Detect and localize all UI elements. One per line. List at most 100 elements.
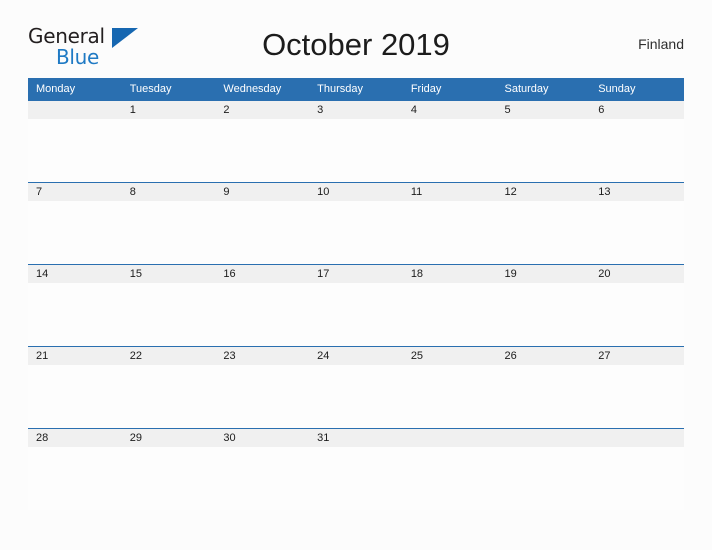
day-events-area[interactable] [215,447,310,510]
calendar-day-cell[interactable]: 11 [402,182,497,265]
calendar-body: 1 2 3 4 5 6 7 8 9 10 11 12 13 14 15 16 1… [28,101,684,510]
day-events-area[interactable] [215,119,310,182]
calendar-day-cell[interactable]: 27 [590,346,684,429]
day-number: 4 [402,101,497,119]
calendar-day-cell[interactable] [496,428,591,510]
day-events-area[interactable] [309,365,403,428]
day-events-area[interactable] [496,447,591,510]
day-number: 7 [28,183,122,201]
day-number: 3 [309,101,403,119]
day-events-area[interactable] [215,283,310,346]
calendar-week-row: 7 8 9 10 11 12 13 [28,182,684,265]
day-events-area[interactable] [121,365,216,428]
day-number: 1 [121,101,216,119]
day-events-area[interactable] [402,201,497,264]
country-label: Finland [638,36,684,52]
calendar-day-cell[interactable]: 4 [402,101,497,183]
day-number: 8 [121,183,216,201]
calendar-day-cell[interactable]: 16 [215,264,310,347]
calendar-day-cell[interactable]: 22 [121,346,216,429]
day-events-area[interactable] [215,365,310,428]
day-events-area[interactable] [309,119,403,182]
day-events-area[interactable] [309,283,403,346]
day-events-area[interactable] [28,365,122,428]
calendar-day-cell[interactable]: 5 [496,101,591,183]
day-events-area[interactable] [309,201,403,264]
day-events-area[interactable] [496,201,591,264]
weekday-header-saturday: Saturday [496,78,591,101]
weekday-header-wednesday: Wednesday [215,78,310,101]
calendar-day-cell[interactable]: 18 [402,264,497,347]
calendar-day-cell[interactable]: 26 [496,346,591,429]
day-events-area[interactable] [121,201,216,264]
calendar-day-cell[interactable]: 24 [309,346,403,429]
day-events-area[interactable] [590,119,684,182]
calendar-day-cell[interactable]: 31 [309,428,403,510]
day-number [28,101,122,119]
day-number: 16 [215,265,310,283]
day-events-area[interactable] [590,447,684,510]
calendar-day-cell[interactable]: 8 [121,182,216,265]
day-events-area[interactable] [496,119,591,182]
weekday-header-monday: Monday [28,78,122,101]
day-number: 22 [121,347,216,365]
day-number: 19 [496,265,591,283]
calendar-day-cell[interactable] [590,428,684,510]
calendar-day-cell[interactable]: 6 [590,101,684,183]
day-events-area[interactable] [215,201,310,264]
day-number: 20 [590,265,684,283]
calendar-day-cell[interactable]: 12 [496,182,591,265]
calendar-day-cell[interactable]: 30 [215,428,310,510]
day-events-area[interactable] [309,447,403,510]
calendar-day-cell[interactable]: 29 [121,428,216,510]
calendar-day-cell[interactable]: 19 [496,264,591,347]
day-number: 5 [496,101,591,119]
day-number: 10 [309,183,403,201]
day-number: 24 [309,347,403,365]
calendar-day-cell[interactable] [28,101,122,183]
day-events-area[interactable] [590,365,684,428]
day-events-area[interactable] [402,365,497,428]
calendar-day-cell[interactable]: 17 [309,264,403,347]
calendar-day-cell[interactable]: 25 [402,346,497,429]
day-events-area[interactable] [28,201,122,264]
day-events-area[interactable] [121,119,216,182]
day-events-area[interactable] [402,283,497,346]
calendar-day-cell[interactable]: 2 [215,101,310,183]
weekday-header-sunday: Sunday [590,78,684,101]
calendar-week-row: 14 15 16 17 18 19 20 [28,264,684,347]
calendar-day-cell[interactable]: 10 [309,182,403,265]
day-events-area[interactable] [121,447,216,510]
calendar-day-cell[interactable]: 15 [121,264,216,347]
day-events-area[interactable] [121,283,216,346]
day-number: 9 [215,183,310,201]
day-number [590,429,684,447]
day-events-area[interactable] [590,201,684,264]
calendar-day-cell[interactable]: 23 [215,346,310,429]
day-number: 23 [215,347,310,365]
calendar-day-cell[interactable]: 21 [28,346,122,429]
day-events-area[interactable] [28,447,122,510]
day-events-area[interactable] [496,365,591,428]
day-events-area[interactable] [402,119,497,182]
calendar-day-cell[interactable] [402,428,497,510]
calendar-day-cell[interactable]: 14 [28,264,122,347]
page-title: October 2019 [262,27,450,62]
calendar-day-cell[interactable]: 3 [309,101,403,183]
day-number: 2 [215,101,310,119]
day-number: 21 [28,347,122,365]
day-number: 27 [590,347,684,365]
day-events-area[interactable] [496,283,591,346]
day-events-area[interactable] [28,283,122,346]
calendar-day-cell[interactable]: 7 [28,182,122,265]
day-events-area[interactable] [590,283,684,346]
calendar-day-cell[interactable]: 9 [215,182,310,265]
day-events-area[interactable] [28,119,122,182]
calendar-day-cell[interactable]: 20 [590,264,684,347]
calendar-day-cell[interactable]: 13 [590,182,684,265]
calendar-day-cell[interactable]: 28 [28,428,122,510]
day-number: 14 [28,265,122,283]
day-events-area[interactable] [402,447,497,510]
calendar-day-cell[interactable]: 1 [121,101,216,183]
calendar-page: General Blue October 2019 Finland Monday… [0,0,712,550]
